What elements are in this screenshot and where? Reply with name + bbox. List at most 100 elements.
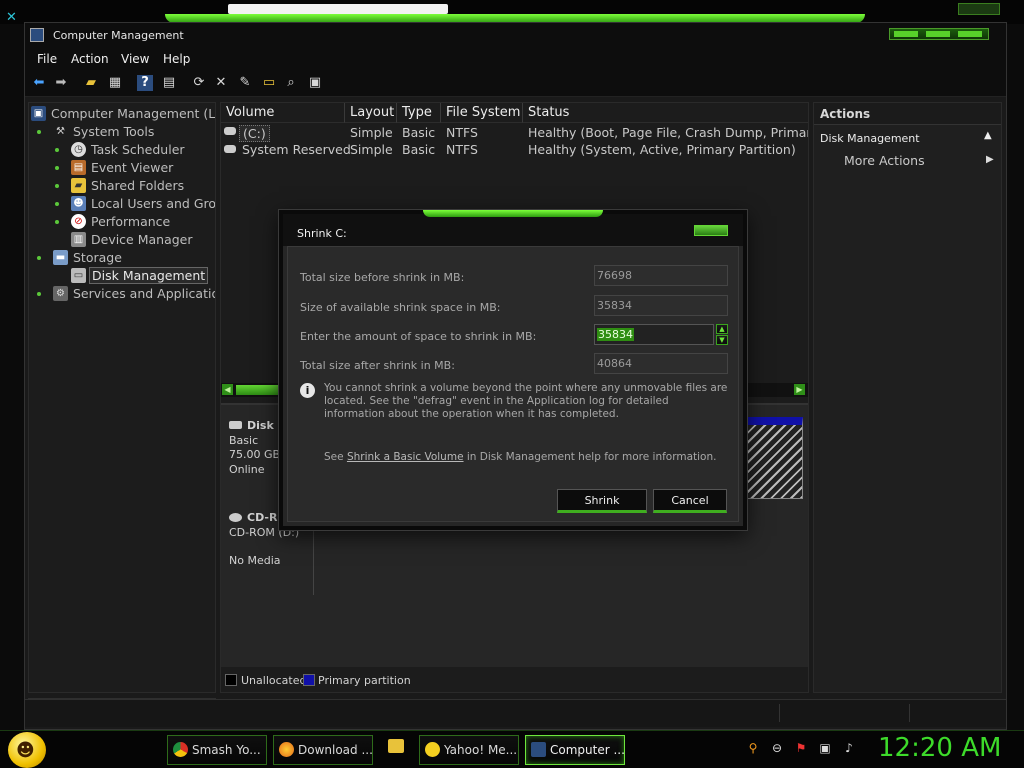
flag-icon[interactable]: ⚑ — [794, 741, 808, 755]
maximize-button[interactable] — [926, 31, 950, 37]
network-icon[interactable]: ▣ — [818, 741, 832, 755]
stepper-up-icon[interactable]: ▲ — [716, 324, 728, 334]
collapse-arrow-icon[interactable]: ▲ — [984, 130, 992, 141]
total-after-field: 40864 — [594, 353, 728, 374]
check-disk-icon[interactable]: ✎ — [237, 75, 253, 91]
smiley-icon: ☻ — [16, 740, 35, 761]
cdrom-state: No Media — [229, 554, 281, 567]
services-icon: ⚙ — [53, 286, 68, 301]
tree-item-system-tools[interactable]: ⚒ System Tools — [37, 123, 207, 141]
close-x-icon[interactable]: ✕ — [6, 10, 17, 25]
taskbar-button-yahoo[interactable]: Yahoo! Me... — [419, 735, 519, 765]
minus-circle-icon[interactable]: ⊖ — [770, 741, 784, 755]
shrink-amount-stepper[interactable]: ▲ ▼ — [716, 324, 728, 345]
stepper-down-icon[interactable]: ▼ — [716, 335, 728, 345]
volume-status: Healthy (Boot, Page File, Crash Dump, Pr… — [528, 125, 809, 140]
disk-state: Online — [229, 463, 265, 476]
taskbar-clock[interactable]: 12:20 AM — [878, 733, 1001, 763]
tree-expander-icon[interactable] — [37, 292, 41, 296]
actions-section-disk-management[interactable]: Disk Management ▲ — [814, 127, 1001, 149]
minimize-button[interactable] — [894, 31, 918, 37]
tree-expander-icon[interactable] — [55, 148, 59, 152]
window-title: Computer Management — [53, 29, 184, 42]
volume-icon[interactable]: ♪ — [842, 741, 856, 755]
tree-label-selected: Disk Management — [89, 267, 209, 284]
volume-layout: Simple — [350, 142, 393, 157]
available-space-field: 35834 — [594, 295, 728, 316]
computer-management-icon — [30, 28, 44, 42]
help-icon[interactable]: ? — [137, 75, 153, 91]
computer-icon: ▣ — [31, 106, 46, 121]
tree-label: Storage — [73, 250, 122, 265]
menu-file[interactable]: File — [37, 52, 57, 66]
more-actions-item[interactable]: More Actions ▶ — [844, 153, 994, 168]
search-icon[interactable]: ⚲ — [746, 741, 760, 755]
tools-icon: ⚒ — [56, 126, 65, 137]
menu-view[interactable]: View — [121, 52, 149, 66]
total-before-label: Total size before shrink in MB: — [300, 271, 465, 284]
forward-arrow-icon[interactable]: ➡ — [53, 75, 69, 91]
firefox-icon — [279, 742, 294, 757]
menu-action[interactable]: Action — [71, 52, 109, 66]
shrink-amount-label: Enter the amount of space to shrink in M… — [300, 330, 537, 343]
up-folder-icon[interactable]: ▰ — [83, 75, 99, 91]
tree-expander-icon[interactable] — [55, 184, 59, 188]
refresh-icon[interactable]: ⟳ — [191, 75, 207, 91]
scroll-left-icon[interactable]: ◀ — [222, 384, 233, 395]
toolbar: ⬅ ➡ ▰ ▦ ? ▤ ⟳ ✕ ✎ ▭ ⌕ ▣ — [25, 69, 1006, 97]
column-header-volume[interactable]: Volume — [221, 103, 345, 123]
close-button[interactable] — [958, 31, 982, 37]
tree-expander-icon[interactable] — [37, 256, 41, 260]
column-header-file-system[interactable]: File System — [441, 103, 523, 123]
folder-icon[interactable] — [388, 739, 404, 753]
window-controls[interactable] — [889, 28, 989, 40]
tree-label: Computer Management (Loc — [51, 106, 216, 121]
tree-expander-icon[interactable] — [55, 166, 59, 170]
shrink-button[interactable]: Shrink — [557, 489, 647, 513]
tree-label: Local Users and Grou — [91, 196, 216, 211]
help-link[interactable]: Shrink a Basic Volume — [347, 451, 464, 463]
title-bar[interactable]: Computer Management — [25, 23, 1006, 47]
open-folder-icon[interactable]: ▭ — [261, 75, 277, 91]
dialog-close-button[interactable] — [694, 225, 728, 236]
tree-label: Performance — [91, 214, 171, 229]
scroll-right-icon[interactable]: ▶ — [794, 384, 805, 395]
column-header-layout[interactable]: Layout — [345, 103, 397, 123]
properties-icon[interactable]: ▤ — [161, 75, 177, 91]
taskbar-button-computer-management[interactable]: Computer ... — [525, 735, 625, 765]
tree-expander-icon[interactable] — [55, 202, 59, 206]
column-header-type[interactable]: Type — [397, 103, 441, 123]
section-label: Disk Management — [820, 132, 920, 145]
back-arrow-icon[interactable]: ⬅ — [31, 75, 47, 91]
volume-file-system: NTFS — [446, 125, 478, 140]
delete-icon[interactable]: ✕ — [213, 75, 229, 91]
show-hide-tree-icon[interactable]: ▦ — [107, 75, 123, 91]
taskbar-label: Smash Yo... — [192, 743, 261, 757]
tree-label: Shared Folders — [91, 178, 185, 193]
menu-help[interactable]: Help — [163, 52, 190, 66]
volume-type: Basic — [402, 142, 436, 157]
volume-file-system: NTFS — [446, 142, 478, 157]
clock-icon: ◷ — [71, 142, 86, 157]
shrink-amount-input[interactable]: 35834 — [594, 324, 714, 345]
dialog-title-bar[interactable]: Shrink C: — [283, 210, 743, 246]
partition-block[interactable] — [746, 417, 803, 499]
volume-status: Healthy (System, Active, Primary Partiti… — [528, 142, 796, 157]
volume-name: System Reserved — [242, 142, 351, 157]
start-button[interactable]: ☻ — [8, 732, 46, 768]
top-window-controls[interactable] — [958, 3, 1000, 15]
column-header-status[interactable]: Status — [523, 103, 808, 123]
tree-expander-icon[interactable] — [55, 220, 59, 224]
taskbar-button-firefox[interactable]: Download ... — [273, 735, 373, 765]
format-icon[interactable]: ▣ — [307, 75, 323, 91]
tree-label: Event Viewer — [91, 160, 174, 175]
tree-expander-icon[interactable] — [37, 130, 41, 134]
disk-type: Basic — [229, 434, 259, 447]
cancel-button[interactable]: Cancel — [653, 489, 727, 513]
shrink-amount-value: 35834 — [597, 328, 634, 341]
find-icon[interactable]: ⌕ — [283, 75, 299, 91]
disk-size: 75.00 GB — [229, 448, 281, 461]
scrollbar-thumb[interactable] — [236, 385, 281, 395]
tree-label: Services and Application — [73, 286, 216, 301]
taskbar-button-chrome[interactable]: Smash Yo... — [167, 735, 267, 765]
